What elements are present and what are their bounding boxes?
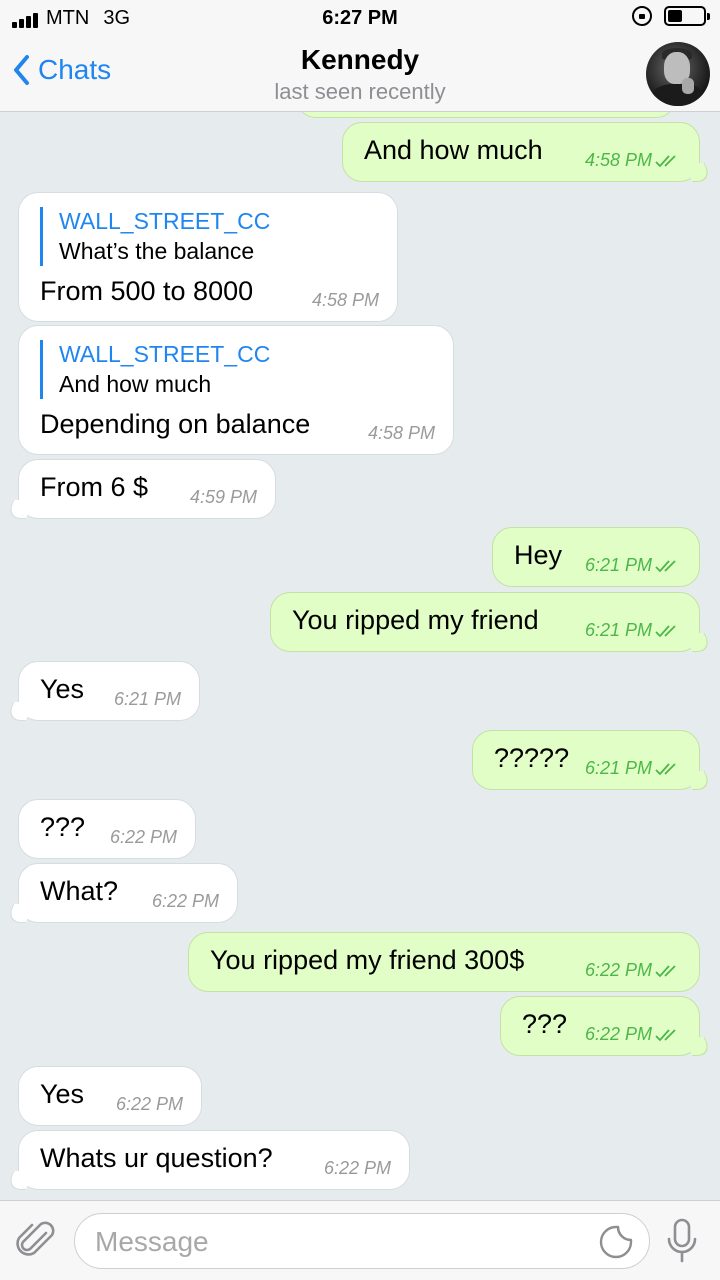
reply-quote[interactable]: WALL_STREET_CC What’s the balance xyxy=(40,207,377,266)
rotation-lock-icon xyxy=(632,6,652,26)
message-time: 6:21 PM xyxy=(585,620,681,641)
contact-status: last seen recently xyxy=(274,79,446,104)
reply-author: WALL_STREET_CC xyxy=(59,341,271,367)
double-check-icon xyxy=(655,964,676,977)
message-bubble-outgoing[interactable]: ??? 6:22 PM xyxy=(500,996,700,1056)
message-composer xyxy=(0,1200,720,1280)
status-right xyxy=(632,6,710,26)
message-input[interactable] xyxy=(95,1224,575,1260)
message-bubble-incoming[interactable]: Yes 6:21 PM xyxy=(18,661,200,721)
sticker-icon[interactable] xyxy=(599,1225,633,1259)
message-bubble-incoming[interactable]: ??? 6:22 PM xyxy=(18,799,196,859)
message-bubble-outgoing[interactable]: Hey 6:21 PM xyxy=(492,527,700,587)
reply-text: What’s the balance xyxy=(59,238,255,264)
avatar[interactable] xyxy=(646,42,710,106)
message-bubble-incoming[interactable]: Yes 6:22 PM xyxy=(18,1066,202,1126)
message-time: 6:22 PM xyxy=(151,891,219,911)
double-check-icon xyxy=(655,154,676,167)
message-time: 6:22 PM xyxy=(585,1024,681,1045)
message-time: 6:21 PM xyxy=(585,758,681,779)
message-time: 6:22 PM xyxy=(115,1094,183,1114)
reply-text: And how much xyxy=(59,371,212,397)
reply-quote[interactable]: WALL_STREET_CC And how much xyxy=(40,340,433,399)
message-field[interactable] xyxy=(74,1213,650,1269)
status-time: 6:27 PM xyxy=(322,7,398,29)
message-time: 4:58 PM xyxy=(585,150,681,171)
message-time: 4:58 PM xyxy=(367,423,435,443)
contact-name: Kennedy xyxy=(300,44,420,75)
message-time: 6:21 PM xyxy=(113,689,181,709)
status-bar: MTN 3G 6:27 PM xyxy=(0,0,720,36)
message-bubble-outgoing[interactable]: And how much 4:58 PM xyxy=(342,122,700,182)
message-bubble-outgoing[interactable]: You ripped my friend 300$ 6:22 PM xyxy=(188,932,700,992)
contact-title[interactable]: Kennedy last seen recently xyxy=(0,44,720,105)
double-check-icon xyxy=(655,624,676,637)
message-time: 6:22 PM xyxy=(585,960,681,981)
message-bubble-outgoing[interactable]: ????? 6:21 PM xyxy=(472,730,700,790)
paperclip-icon[interactable] xyxy=(16,1219,56,1263)
message-bubble-incoming[interactable]: Whats ur question? 6:22 PM xyxy=(18,1130,410,1190)
message-time: 6:22 PM xyxy=(109,827,177,847)
message-time: 4:59 PM xyxy=(189,487,257,507)
message-bubble-incoming[interactable]: What? 6:22 PM xyxy=(18,863,238,923)
battery-icon xyxy=(664,6,710,26)
double-check-icon xyxy=(655,559,676,572)
message-time: 4:58 PM xyxy=(311,290,379,310)
message-bubble-incoming-reply[interactable]: WALL_STREET_CC And how much Depending on… xyxy=(18,325,454,455)
message-bubble-incoming[interactable]: From 6 $ 4:59 PM xyxy=(18,459,276,519)
message-bubble-incoming-reply[interactable]: WALL_STREET_CC What’s the balance From 5… xyxy=(18,192,398,322)
partial-message-bubble xyxy=(296,112,676,118)
double-check-icon xyxy=(655,1028,676,1041)
message-time: 6:21 PM xyxy=(585,555,681,576)
message-bubble-outgoing[interactable]: You ripped my friend 6:21 PM xyxy=(270,592,700,652)
reply-author: WALL_STREET_CC xyxy=(59,208,271,234)
message-time: 6:22 PM xyxy=(323,1158,391,1178)
double-check-icon xyxy=(655,762,676,775)
chat-header: Chats Kennedy last seen recently xyxy=(0,36,720,112)
message-list[interactable]: And how much 4:58 PM WALL_STREET_CC What… xyxy=(0,112,720,1200)
microphone-icon[interactable] xyxy=(664,1217,700,1265)
